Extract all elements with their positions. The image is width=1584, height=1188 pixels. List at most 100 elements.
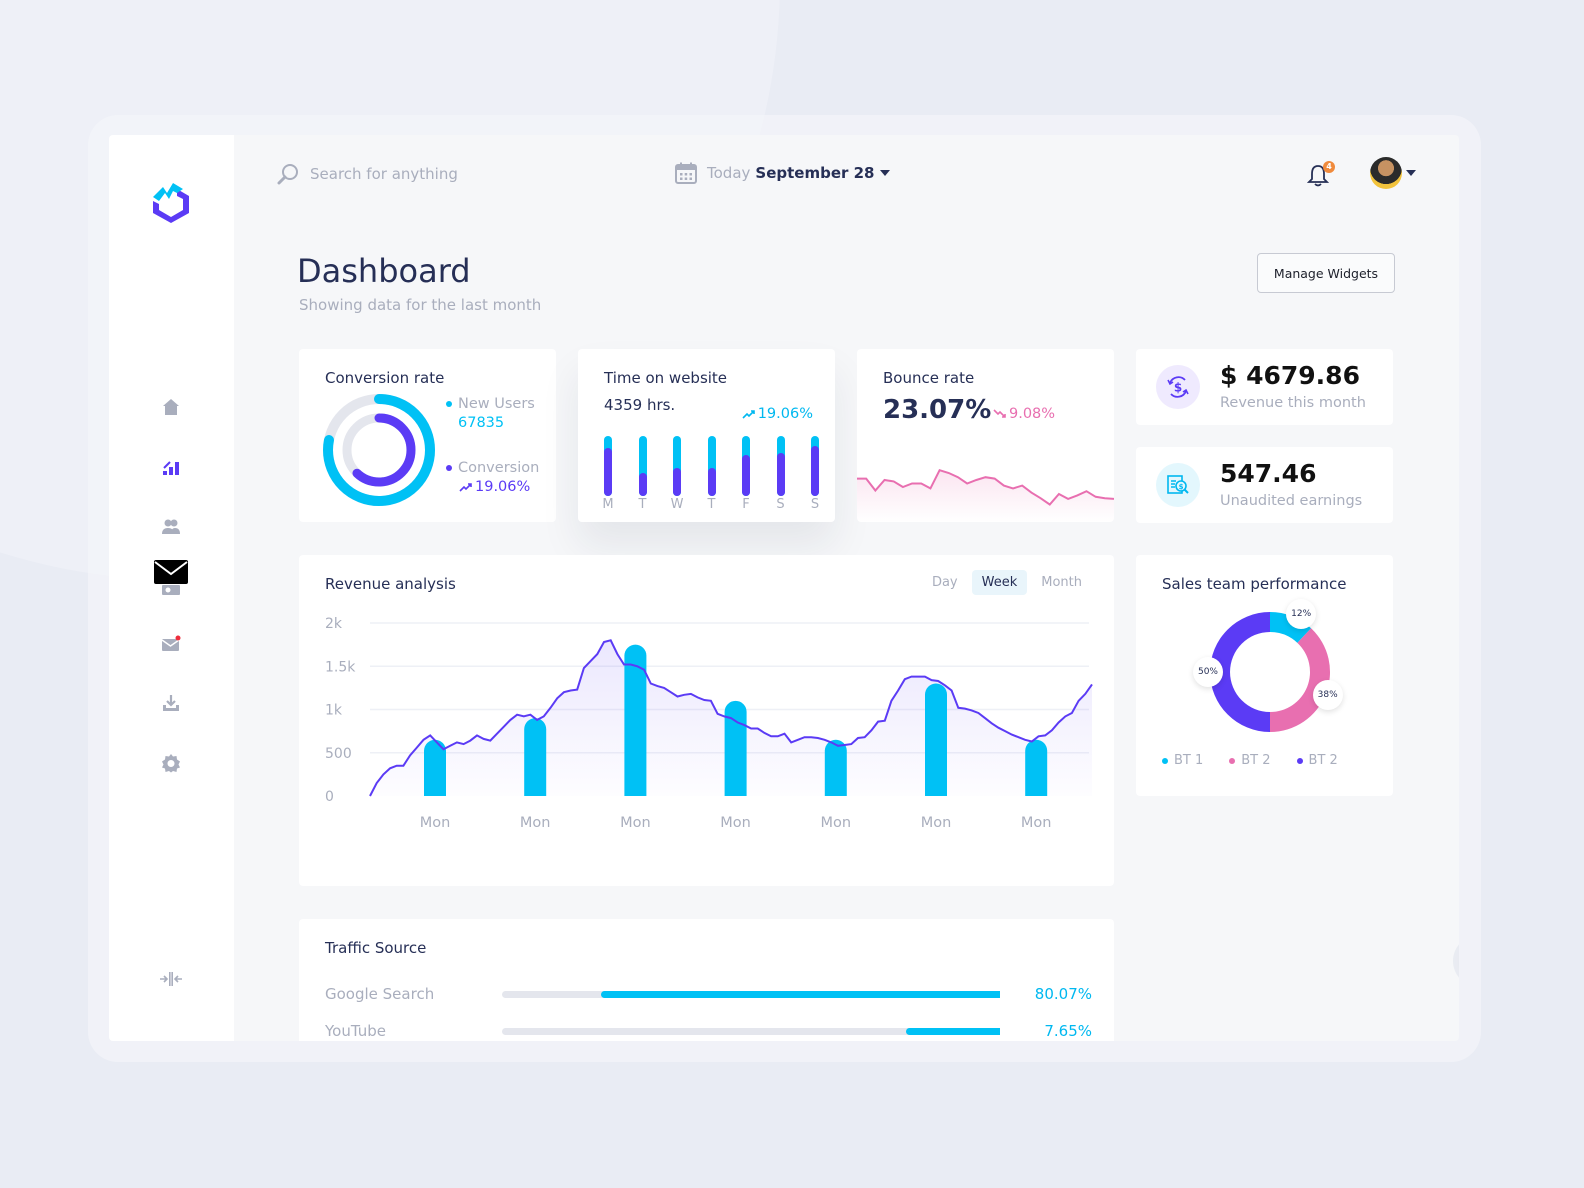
legend-dot (446, 465, 452, 471)
logo-icon[interactable] (149, 179, 193, 227)
unaudited-earnings-card: $ 547.46 Unaudited earnings (1136, 447, 1393, 523)
new-users-legend: New Users (446, 396, 535, 412)
week-bar (776, 436, 785, 496)
chevron-down-icon (1406, 170, 1416, 176)
notifications-button[interactable]: 4 (1306, 161, 1335, 189)
legend-item: BT 1 (1162, 753, 1203, 768)
conversion-rings (323, 394, 435, 506)
main-content: Today September 28 4 Dashboard Showing d… (234, 135, 1459, 1041)
bounce-value: 23.07% (883, 395, 992, 425)
week-bar-fill (742, 455, 750, 496)
week-bar (707, 436, 716, 496)
card-title: Bounce rate (883, 369, 975, 387)
audit-document-icon: $ (1167, 475, 1189, 494)
legend-label: BT 2 (1308, 753, 1338, 768)
date-picker[interactable]: Today September 28 (675, 162, 891, 184)
date-prefix: Today (707, 164, 751, 182)
sales-team-card: Sales team performance 12% 38% 50% BT 1 BT … (1136, 555, 1393, 796)
avatar (1370, 157, 1402, 189)
y-tick-label: 500 (325, 746, 352, 762)
notification-badge: 4 (1323, 161, 1335, 173)
date-value: September 28 (755, 164, 875, 182)
revenue-icon-wrap: $ (1156, 365, 1200, 409)
y-tick-label: 0 (325, 789, 334, 805)
collapse-icon (160, 972, 182, 986)
legend-label: New Users (458, 396, 535, 412)
conversion-value: 19.06% (475, 479, 531, 495)
conversion-rate-card: Conversion rate New Users 67835 Conversi… (299, 349, 556, 522)
period-tabs: Day Week Month (922, 570, 1092, 595)
bounce-change: 9.08% (993, 406, 1055, 422)
sidebar-item-messages[interactable] (159, 632, 183, 656)
revenue-bar (1025, 739, 1048, 796)
tab-month[interactable]: Month (1031, 570, 1092, 595)
week-bar-fill (673, 468, 681, 496)
traffic-value: 7.65% (1044, 1022, 1092, 1040)
traffic-progress-track (502, 1027, 1000, 1035)
user-menu[interactable] (1370, 157, 1416, 189)
tab-week[interactable]: Week (971, 570, 1028, 595)
legend-dot (1296, 757, 1303, 764)
revenue-chart: 0 500 1k 1.5k 2k Mon Mon Mon Mon Mon Mon Mon (325, 616, 1093, 831)
x-tick-label: Mon (620, 815, 651, 831)
x-tick-label: Mon (520, 815, 551, 831)
sidebar-item-users[interactable] (159, 515, 183, 539)
sidebar-item-analytics[interactable] (159, 455, 183, 479)
trend-up-icon (459, 483, 472, 492)
time-change-value: 19.06% (757, 406, 813, 422)
legend-label: BT 1 (1174, 753, 1204, 768)
trend-down-icon (993, 409, 1006, 418)
search-input[interactable] (310, 165, 530, 183)
legend-label: BT 2 (1241, 753, 1271, 768)
legend-label: Conversion (458, 460, 540, 476)
x-tick-label: Mon (921, 815, 952, 831)
y-tick-label: 1k (325, 703, 343, 719)
wallet-icon (162, 585, 180, 595)
sidebar-item-wallet[interactable] (153, 559, 189, 595)
legend-item: BT 2 (1296, 753, 1338, 768)
conversion-change: 19.06% (459, 479, 530, 495)
revenue-analysis-card: Revenue analysis Day Week Month 0 500 1k 1.5k… (299, 555, 1114, 886)
calendar-icon (675, 162, 697, 184)
week-bar-fill (811, 445, 819, 496)
mail-overlay-icon (154, 560, 188, 584)
bounce-sparkline (857, 468, 1114, 522)
x-tick-label: Mon (720, 815, 751, 831)
sidebar-collapse-button[interactable] (159, 967, 183, 991)
sales-legend: BT 1 BT 2 BT 2 (1162, 753, 1338, 768)
week-bar (742, 436, 750, 496)
tab-day[interactable]: Day (922, 570, 968, 595)
chevron-down-icon (880, 170, 891, 176)
traffic-label: Google Search (325, 985, 435, 1003)
week-day-label: F (742, 497, 750, 512)
users-icon (162, 519, 180, 534)
week-bar-fill (638, 473, 647, 496)
week-bar (811, 436, 819, 496)
sidebar-item-settings[interactable] (159, 751, 183, 775)
card-title: Revenue analysis (325, 575, 456, 593)
mail-icon (161, 635, 181, 651)
new-users-value: 67835 (458, 415, 505, 431)
svg-text:$: $ (1174, 381, 1182, 395)
percent-bubble: 12% (1286, 599, 1317, 630)
time-value: 4359 hrs. (604, 396, 676, 414)
traffic-label: YouTube (325, 1022, 386, 1040)
manage-widgets-button[interactable]: Manage Widgets (1257, 253, 1395, 293)
sidebar (109, 135, 234, 1041)
revenue-label: Revenue this month (1220, 395, 1366, 411)
sidebar-item-home[interactable] (159, 395, 183, 419)
card-title: Conversion rate (325, 369, 445, 387)
unaudited-icon-wrap: $ (1156, 463, 1200, 507)
sidebar-item-downloads[interactable] (159, 691, 183, 715)
chart-icon (163, 461, 179, 475)
traffic-row: Google Search 80.07% (325, 984, 1092, 1004)
revenue-value: $ 4679.86 (1220, 361, 1360, 390)
week-day-label: T (707, 497, 716, 512)
traffic-progress-fill (601, 990, 1000, 998)
download-icon (163, 695, 179, 711)
week-day-label: W (670, 497, 684, 512)
revenue-bar (624, 644, 647, 796)
x-tick-label: Mon (821, 815, 852, 831)
time-change: 19.06% (742, 406, 813, 422)
percent-bubble: 50% (1193, 657, 1223, 687)
